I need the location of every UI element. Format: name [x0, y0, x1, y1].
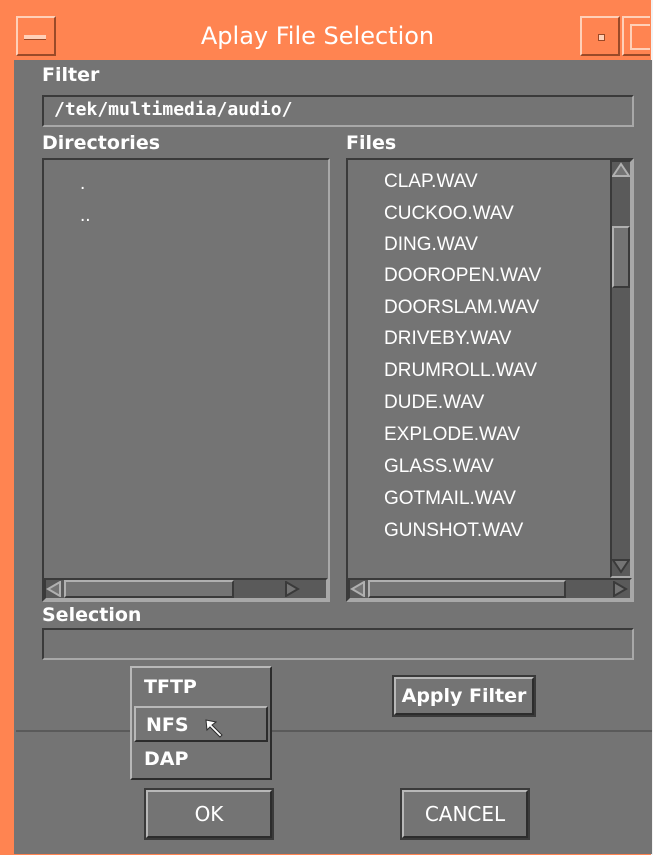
mouse-pointer-icon [205, 719, 223, 738]
filter-input-value: /tek/multimedia/audio/ [54, 99, 293, 120]
protocol-option-dap[interactable]: DAP [134, 742, 268, 778]
files-hscroll-thumb[interactable] [368, 580, 566, 598]
scroll-right-arrow-icon[interactable] [284, 581, 300, 597]
button-area-separator [16, 730, 652, 732]
files-hscrollbar[interactable] [348, 578, 632, 600]
apply-filter-button[interactable]: Apply Filter [394, 677, 534, 715]
aplay-file-selection-window: Aplay File Selection Filter /tek/multime… [0, 0, 653, 855]
scroll-left-arrow-icon[interactable] [350, 581, 366, 597]
maximize-icon [630, 24, 650, 50]
selection-label: Selection [42, 604, 142, 626]
file-item[interactable]: CLAP.WAV [384, 171, 478, 193]
minimize-icon [598, 34, 605, 41]
file-item[interactable]: GLASS.WAV [384, 456, 494, 478]
selection-input[interactable] [42, 628, 634, 660]
file-item[interactable]: DRUMROLL.WAV [384, 360, 537, 382]
scroll-right-arrow-icon[interactable] [612, 581, 628, 597]
protocol-option-tftp[interactable]: TFTP [134, 670, 268, 706]
files-vscrollbar[interactable] [610, 160, 632, 578]
files-label: Files [346, 132, 397, 154]
file-item[interactable]: EXPLODE.WAV [384, 424, 520, 446]
window-title: Aplay File Selection [200, 22, 435, 50]
directory-item[interactable]: .. [80, 205, 91, 227]
file-item[interactable]: GOTMAIL.WAV [384, 488, 516, 510]
directories-label: Directories [42, 132, 161, 154]
scroll-down-arrow-icon[interactable] [612, 558, 630, 574]
directories-hscroll-thumb[interactable] [64, 580, 234, 598]
file-item[interactable]: CUCKOO.WAV [384, 203, 514, 225]
file-item[interactable]: DRIVEBY.WAV [384, 328, 511, 350]
cancel-button[interactable]: CANCEL [402, 790, 528, 838]
protocol-option-menu[interactable]: TFTP NFS DAP [130, 666, 272, 780]
filter-label: Filter [42, 64, 100, 86]
ok-button[interactable]: OK [146, 790, 272, 838]
scroll-left-arrow-icon[interactable] [46, 581, 62, 597]
file-item[interactable]: DOORSLAM.WAV [384, 297, 539, 319]
scroll-up-arrow-icon[interactable] [612, 162, 630, 178]
window-menu-icon [24, 35, 46, 40]
directory-item[interactable]: . [80, 173, 85, 195]
files-vscroll-thumb[interactable] [612, 226, 630, 288]
file-item[interactable]: DUDE.WAV [384, 392, 484, 414]
protocol-option-nfs[interactable]: NFS [134, 706, 268, 742]
file-item[interactable]: DOOROPEN.WAV [384, 265, 541, 287]
file-item[interactable]: DING.WAV [384, 234, 478, 256]
file-item[interactable]: GUNSHOT.WAV [384, 520, 523, 542]
